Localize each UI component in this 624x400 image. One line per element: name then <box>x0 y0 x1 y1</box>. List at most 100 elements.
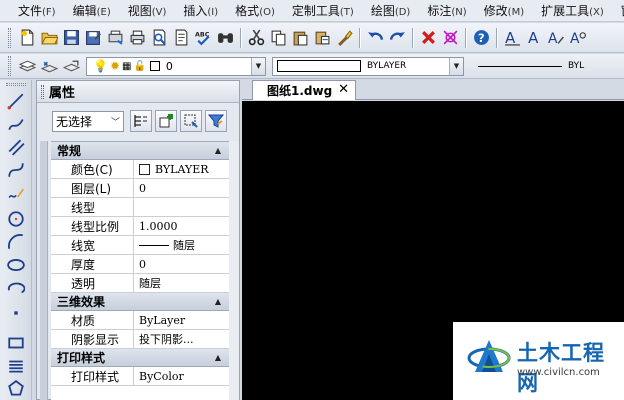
property-value[interactable]: 随层 <box>134 236 229 254</box>
edit-text-icon[interactable]: A <box>546 28 566 48</box>
layer-state-icon[interactable] <box>39 56 59 76</box>
polyline-icon[interactable] <box>5 113 27 135</box>
layer-previous-icon[interactable] <box>61 56 81 76</box>
menu-file[interactable]: 文件(F) <box>18 2 56 19</box>
cut-icon[interactable] <box>246 28 266 48</box>
collapse-icon[interactable]: ▲ <box>215 297 221 306</box>
sketch-icon[interactable] <box>5 182 27 204</box>
close-icon[interactable]: ✕ <box>338 82 349 97</box>
lineweight-dropdown[interactable]: BYL <box>474 57 594 76</box>
open-folder-icon[interactable] <box>39 28 59 48</box>
multiline-icon[interactable] <box>5 136 27 158</box>
filter-icon[interactable] <box>205 110 227 132</box>
property-value[interactable]: 0 <box>134 255 229 273</box>
menu-custom-tools[interactable]: 定制工具(T) <box>292 2 354 19</box>
menu-insert[interactable]: 插入(I) <box>183 2 218 19</box>
circle-icon[interactable] <box>5 208 27 230</box>
menu-draw[interactable]: 绘图(D) <box>371 2 411 19</box>
property-row-material[interactable]: 材质 ByLayer <box>51 311 229 330</box>
new-file-icon[interactable] <box>17 28 37 48</box>
menu-format[interactable]: 格式(O) <box>235 2 275 19</box>
toolbar-grip[interactable] <box>6 83 26 86</box>
property-row-linetype[interactable]: 线型 <box>51 198 229 217</box>
single-line-text-icon[interactable]: A <box>524 28 544 48</box>
section-3d-header[interactable]: 三维效果 ▲ <box>51 293 229 311</box>
selection-dropdown[interactable]: 无选择 ﹀ <box>52 110 124 132</box>
menu-view[interactable]: 视图(V) <box>128 2 167 19</box>
property-value[interactable]: ByLayer <box>134 311 229 329</box>
polygon-icon[interactable] <box>5 378 27 400</box>
save-icon[interactable] <box>61 28 81 48</box>
ellipse-icon[interactable] <box>5 254 27 276</box>
text-style-icon[interactable]: A <box>502 28 522 48</box>
property-row-layer[interactable]: 图层(L) 0 <box>51 179 229 198</box>
property-value[interactable]: ByColor <box>134 367 229 385</box>
property-row-plot-style[interactable]: 打印样式 ByColor <box>51 367 229 386</box>
layer-dropdown[interactable]: 💡 ✹ ▦ 🔓 0 ▼ <box>86 56 266 76</box>
match-properties-icon[interactable] <box>334 28 354 48</box>
undo-icon[interactable] <box>365 28 385 48</box>
menu-dimension[interactable]: 标注(N) <box>427 2 466 19</box>
arc-icon[interactable] <box>5 231 27 253</box>
layer-plot-icon[interactable]: ▦ <box>122 61 131 72</box>
line-icon[interactable] <box>5 90 27 112</box>
menu-modify[interactable]: 修改(M) <box>484 2 524 19</box>
property-row-shadow[interactable]: 阴影显示 投下阴影... <box>51 330 229 349</box>
property-value[interactable]: 随层 <box>134 274 229 292</box>
layer-on-icon[interactable]: 💡 <box>93 59 108 73</box>
delete-icon[interactable] <box>418 28 438 48</box>
toolbar-grip[interactable] <box>8 56 11 76</box>
ellipse-arc-icon[interactable] <box>5 277 27 299</box>
property-name: 线宽 <box>51 236 134 254</box>
hatch-icon[interactable] <box>5 355 27 377</box>
section-plot-style-header[interactable]: 打印样式 ▲ <box>51 349 229 367</box>
menu-extensions[interactable]: 扩展工具(X) <box>541 2 604 19</box>
layer-freeze-icon[interactable]: ✹ <box>110 59 120 73</box>
chevron-down-icon[interactable]: ▼ <box>449 57 463 75</box>
property-row-color[interactable]: 颜色(C) BYLAYER <box>51 160 229 179</box>
purge-icon[interactable] <box>440 28 460 48</box>
property-row-transparency[interactable]: 透明 随层 <box>51 274 229 293</box>
layer-lock-icon[interactable]: 🔓 <box>133 61 145 72</box>
document-tab[interactable]: 图纸1.dwg ✕ <box>252 80 356 100</box>
spell-check-icon[interactable]: ABC <box>193 28 213 48</box>
linetype-dropdown[interactable]: BYLAYER ▼ <box>272 56 464 76</box>
menu-edit[interactable]: 编辑(E) <box>73 2 111 19</box>
property-value[interactable]: 投下阴影... <box>134 330 229 348</box>
find-replace-text-icon[interactable]: A <box>568 28 588 48</box>
help-icon[interactable]: ? <box>471 28 491 48</box>
property-row-lineweight[interactable]: 线宽 随层 <box>51 236 229 255</box>
collapse-icon[interactable]: ▲ <box>215 353 221 362</box>
paste-icon[interactable] <box>290 28 310 48</box>
spline-icon[interactable] <box>5 159 27 181</box>
publish-icon[interactable] <box>105 28 125 48</box>
toggle-pickadd-icon[interactable] <box>130 110 152 132</box>
toolbar-grip[interactable] <box>8 27 11 48</box>
chevron-down-icon[interactable]: ▼ <box>251 57 265 75</box>
redo-icon[interactable] <box>387 28 407 48</box>
layer-manager-icon[interactable] <box>17 56 37 76</box>
paste-special-icon[interactable] <box>312 28 332 48</box>
property-row-linetype-scale[interactable]: 线型比例 1.0000 <box>51 217 229 236</box>
property-value[interactable]: 0 <box>134 179 229 197</box>
print-preview-icon[interactable] <box>149 28 169 48</box>
quick-select-icon[interactable] <box>180 110 202 132</box>
section-general-header[interactable]: 常规 ▲ <box>51 142 229 160</box>
panel-side-grip[interactable] <box>40 141 48 400</box>
rectangle-icon[interactable] <box>5 332 27 354</box>
property-row-thickness[interactable]: 厚度 0 <box>51 255 229 274</box>
point-icon[interactable] <box>5 302 27 324</box>
property-value[interactable]: 1.0000 <box>134 217 229 235</box>
property-value[interactable]: BYLAYER <box>134 160 229 178</box>
property-value[interactable] <box>134 198 229 216</box>
copy-icon[interactable] <box>268 28 288 48</box>
panel-grip[interactable] <box>41 84 44 99</box>
page-setup-icon[interactable] <box>171 28 191 48</box>
collapse-icon[interactable]: ▲ <box>215 146 221 155</box>
find-icon[interactable] <box>215 28 235 48</box>
properties-title-bar[interactable]: 属性 <box>37 81 239 103</box>
property-scrollbar[interactable] <box>229 141 239 400</box>
save-as-icon[interactable] <box>83 28 103 48</box>
print-icon[interactable] <box>127 28 147 48</box>
select-objects-icon[interactable] <box>155 110 177 132</box>
